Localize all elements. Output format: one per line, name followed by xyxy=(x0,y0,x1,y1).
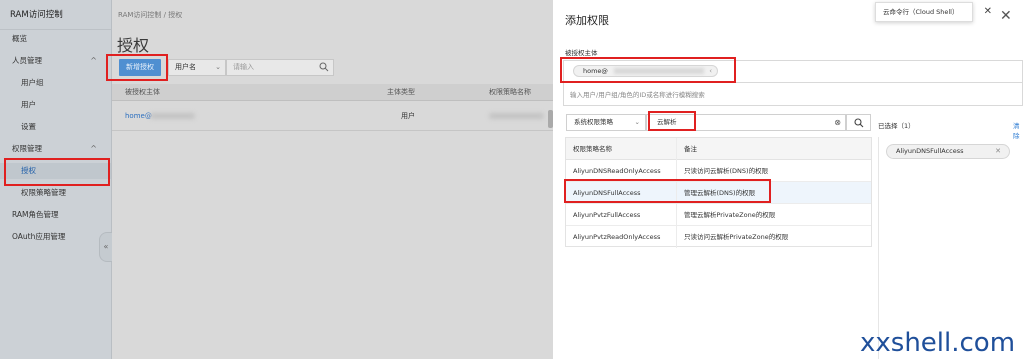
table-row[interactable]: home@ 用户 xyxy=(112,101,553,131)
principal-tag[interactable]: home@ ‹ xyxy=(573,65,718,77)
sidebar-item-overview[interactable]: 概览 xyxy=(0,31,111,47)
policy-type-value: 系统权限策略 xyxy=(574,118,613,126)
cloud-shell-tooltip[interactable]: 云命令行（Cloud Shell） ✕ xyxy=(875,2,992,22)
sidebar-item-oauth[interactable]: OAuth应用管理 xyxy=(0,229,111,245)
sidebar-item-label: 用户 xyxy=(21,100,36,109)
main-content: RAM访问控制 / 授权 授权 新增授权 用户名 ⌄ 请输入 被授权主体 主体类… xyxy=(112,0,553,359)
sidebar: RAM访问控制 概览 人员管理 ^ 用户组 用户 设置 权限管理 ^ 授权 权限策略… xyxy=(0,0,112,359)
policy-search-value: 云解析 xyxy=(657,118,677,126)
selected-divider xyxy=(878,137,879,359)
sidebar-item-permissions[interactable]: 权限管理 ^ xyxy=(0,141,111,157)
policy-type-select[interactable]: 系统权限策略 ⌄ xyxy=(566,114,646,131)
table-header: 被授权主体 主体类型 权限策略名称 xyxy=(112,84,553,101)
chevron-down-icon: ⌄ xyxy=(634,118,640,126)
selected-policy-tag[interactable]: AliyunDNSFullAccess ✕ xyxy=(886,144,1010,159)
search-icon xyxy=(854,118,864,128)
principal-link[interactable]: home@ xyxy=(125,101,152,131)
policy-search-input[interactable]: 云解析 ⊗ xyxy=(646,114,846,131)
sidebar-item-label: 用户组 xyxy=(21,78,44,87)
policy-name: AliyunPvtzReadOnlyAccess xyxy=(573,233,661,241)
policy-note: 管理云解析PrivateZone的权限 xyxy=(684,211,776,219)
column-divider xyxy=(676,138,677,248)
policy-search-button[interactable] xyxy=(846,114,871,131)
principal-type: 用户 xyxy=(401,112,415,120)
breadcrumb: RAM访问控制 / 授权 xyxy=(118,11,183,19)
remove-icon[interactable]: ✕ xyxy=(995,145,1001,158)
search-icon[interactable] xyxy=(319,62,329,72)
policy-note: 只读访问云解析PrivateZone的权限 xyxy=(684,233,789,241)
sidebar-item-groups[interactable]: 用户组 xyxy=(0,75,111,91)
cloud-shell-label: 云命令行（Cloud Shell） xyxy=(883,8,959,16)
policy-row[interactable]: AliyunPvtzReadOnlyAccess 只读访问云解析PrivateZ… xyxy=(566,226,871,248)
sidebar-item-settings[interactable]: 设置 xyxy=(0,119,111,135)
policy-name: AliyunPvtzFullAccess xyxy=(573,211,641,219)
new-grant-button[interactable]: 新增授权 xyxy=(119,59,161,76)
chevron-up-icon: ^ xyxy=(90,56,97,65)
policy-table: 权限策略名称 备注 AliyunDNSReadOnlyAccess 只读访问云解… xyxy=(565,137,872,248)
panel-close-icon[interactable]: ✕ xyxy=(1000,8,1012,24)
panel-title: 添加权限 xyxy=(565,14,609,27)
principal-tag-label: home@ xyxy=(583,67,608,75)
chevron-down-icon: ⌄ xyxy=(215,63,221,71)
column-header: 权限策略名称 xyxy=(573,145,612,153)
sidebar-item-label: 权限管理 xyxy=(12,144,42,153)
redacted-text xyxy=(614,68,704,74)
sidebar-item-ram-roles[interactable]: RAM角色管理 xyxy=(0,207,111,223)
sidebar-item-label: 概览 xyxy=(12,34,27,43)
sidebar-item-label: 权限策略管理 xyxy=(21,188,66,197)
column-header: 备注 xyxy=(684,145,697,153)
sidebar-item-people[interactable]: 人员管理 ^ xyxy=(0,53,111,69)
sidebar-item-label: 授权 xyxy=(21,166,36,175)
policy-name: AliyunDNSFullAccess xyxy=(573,189,641,197)
search-field-select-value: 用户名 xyxy=(175,63,196,71)
search-field-select[interactable]: 用户名 ⌄ xyxy=(168,59,226,76)
add-permission-panel: 添加权限 云命令行（Cloud Shell） ✕ ✕ 被授权主体 home@ ‹… xyxy=(553,0,1024,359)
watermark: xxshell.com xyxy=(860,328,1016,358)
policy-note: 管理云解析(DNS)的权限 xyxy=(684,189,756,197)
column-header: 主体类型 xyxy=(387,88,415,96)
selected-policy-label: AliyunDNSFullAccess xyxy=(896,147,964,155)
sidebar-item-policies[interactable]: 权限策略管理 xyxy=(0,185,111,201)
page-title: 授权 xyxy=(117,36,150,55)
sidebar-item-users[interactable]: 用户 xyxy=(0,97,111,113)
sidebar-item-label: 设置 xyxy=(21,122,36,131)
remove-icon[interactable]: ‹ xyxy=(709,66,712,76)
policy-name: AliyunDNSReadOnlyAccess xyxy=(573,167,661,175)
search-input-placeholder: 请输入 xyxy=(233,63,254,71)
column-header: 被授权主体 xyxy=(125,88,160,96)
column-header: 权限策略名称 xyxy=(489,88,531,96)
sidebar-title: RAM访问控制 xyxy=(0,0,111,30)
selected-count-label: 已选择（1） xyxy=(878,122,915,130)
clear-selection-link[interactable]: 清除 xyxy=(1013,120,1024,140)
policy-row[interactable]: AliyunDNSFullAccess 管理云解析(DNS)的权限 xyxy=(566,182,871,204)
policy-row[interactable]: AliyunDNSReadOnlyAccess 只读访问云解析(DNS)的权限 xyxy=(566,160,871,182)
sidebar-item-label: OAuth应用管理 xyxy=(12,232,66,241)
policy-table-header: 权限策略名称 备注 xyxy=(566,138,871,160)
principal-search-input[interactable]: 输入用户/用户组/角色的ID或名称进行模糊搜索 xyxy=(563,82,1023,106)
redacted-text xyxy=(489,113,544,119)
search-input[interactable]: 请输入 xyxy=(226,59,334,76)
sidebar-collapse-icon[interactable]: « xyxy=(99,232,112,262)
sidebar-item-label: RAM角色管理 xyxy=(12,210,59,219)
chevron-up-icon: ^ xyxy=(90,144,97,153)
sidebar-item-label: 人员管理 xyxy=(12,56,42,65)
policy-row[interactable]: AliyunPvtzFullAccess 管理云解析PrivateZone的权限 xyxy=(566,204,871,226)
close-icon[interactable]: ✕ xyxy=(984,3,992,21)
sidebar-item-grant[interactable]: 授权 xyxy=(0,163,111,179)
redacted-text xyxy=(150,113,195,119)
principal-label: 被授权主体 xyxy=(565,49,598,57)
policy-note: 只读访问云解析(DNS)的权限 xyxy=(684,167,769,175)
clear-icon[interactable]: ⊗ xyxy=(834,115,841,130)
